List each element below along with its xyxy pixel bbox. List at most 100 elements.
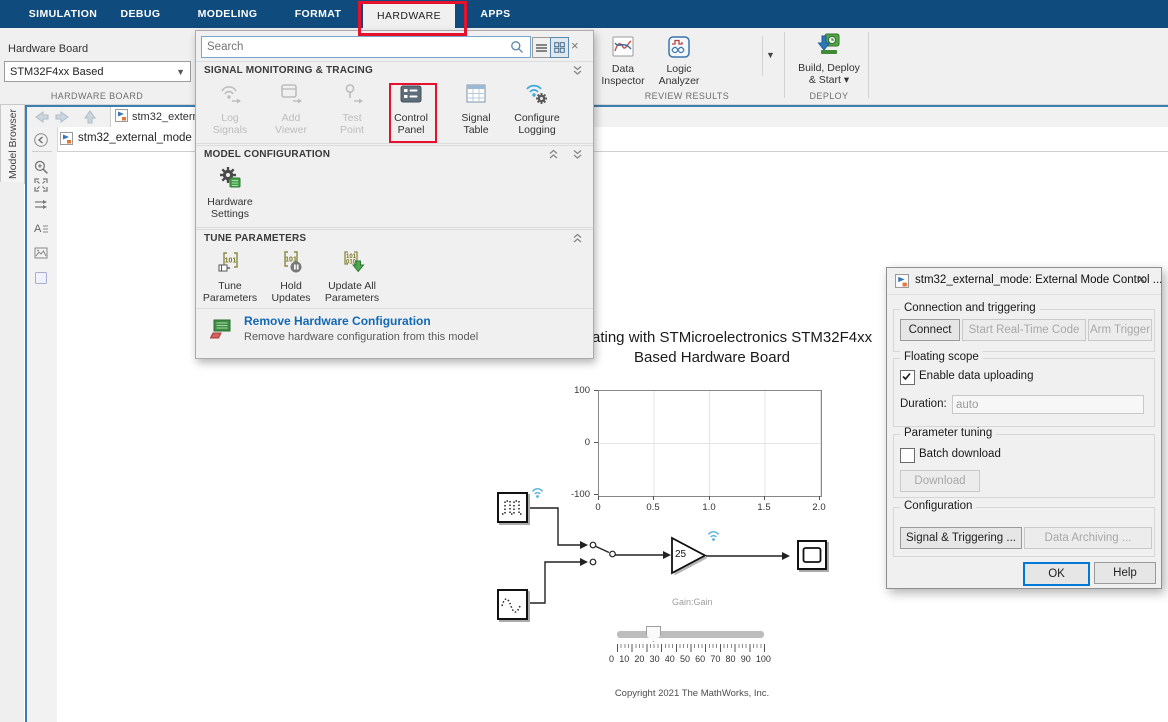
remove-hardware-configuration-link[interactable]: Remove Hardware Configuration	[244, 314, 431, 328]
search-icon	[510, 40, 524, 59]
tab-apps[interactable]: APPS	[468, 0, 523, 28]
zoom-icon[interactable]	[33, 159, 51, 177]
hardware-board-caption: HARDWARE BOARD	[4, 91, 190, 101]
section-header-model-configuration: MODEL CONFIGURATION	[196, 145, 593, 164]
signal-routing-icon[interactable]	[33, 196, 51, 214]
duration-field[interactable]	[952, 395, 1144, 414]
update-all-parameters-icon: 101010	[339, 262, 365, 279]
divider	[196, 227, 593, 228]
hide-explorer-icon[interactable]	[33, 132, 51, 150]
gain-block-value[interactable]: 25	[675, 549, 686, 560]
collapse-up-icon[interactable]	[572, 233, 583, 247]
signal-and-triggering-button[interactable]: Signal & Triggering ...	[900, 527, 1022, 549]
annotation-control-panel-highlight	[389, 83, 437, 143]
data-archiving-button[interactable]: Data Archiving ...	[1024, 527, 1152, 549]
grid-view-button[interactable]	[550, 37, 569, 58]
test-point-icon	[339, 94, 365, 111]
logic-analyzer-icon	[666, 51, 692, 63]
gallery-item-add-viewer[interactable]: Add Viewer	[262, 81, 320, 136]
scope-block[interactable]	[797, 540, 827, 570]
editor-palette: A	[27, 127, 58, 722]
tab-debug[interactable]: DEBUG	[113, 0, 168, 28]
divider	[762, 36, 763, 76]
tab-format[interactable]: FORMAT	[288, 0, 348, 28]
divider	[868, 32, 869, 98]
simulink-window: SIMULATION DEBUG MODELING FORMAT HARDWAR…	[0, 0, 1168, 722]
wifi-logging-badge-icon	[530, 486, 545, 504]
duration-label: Duration:	[900, 398, 947, 410]
wifi-logging-badge-icon	[706, 529, 721, 547]
divider	[784, 32, 785, 98]
gallery-item-signal-table[interactable]: Signal Table	[447, 81, 505, 136]
review-results-expand-button[interactable]: ▼	[766, 50, 775, 60]
annotation-icon[interactable]: A	[33, 220, 51, 238]
divider	[32, 151, 52, 152]
gallery-item-configure-logging[interactable]: Configure Logging	[508, 81, 566, 136]
hardware-board-label: Hardware Board	[8, 43, 88, 55]
batch-download-label: Batch download	[919, 448, 1001, 460]
section-header-signal-monitoring: SIGNAL MONITORING & TRACING	[196, 61, 593, 80]
dialog-title-bar[interactable]: stm32_external_mode: External Mode Contr…	[887, 268, 1161, 295]
pulse-waveform-icon	[499, 494, 526, 521]
dialog-title: stm32_external_mode: External Mode Contr…	[915, 274, 1162, 286]
collapse-down-icon[interactable]	[572, 149, 583, 163]
fit-to-view-icon[interactable]	[33, 177, 51, 195]
annotation-hardware-tab-highlight	[358, 1, 467, 36]
list-view-button[interactable]	[532, 37, 551, 58]
connection-triggering-group: Connection and triggering Connect Start …	[893, 309, 1155, 352]
simulink-model-icon	[115, 109, 128, 125]
start-real-time-code-button[interactable]: Start Real-Time Code	[962, 319, 1086, 341]
remove-hardware-configuration-icon	[210, 316, 234, 345]
data-inspector-button[interactable]: Data Inspector	[596, 34, 650, 87]
tab-modeling[interactable]: MODELING	[190, 0, 265, 28]
enable-data-uploading-checkbox[interactable]	[900, 370, 915, 385]
batch-download-checkbox[interactable]	[900, 448, 915, 463]
floating-scope-group: Floating scope Enable data uploading Dur…	[893, 358, 1155, 427]
svg-text:A: A	[34, 223, 42, 235]
copyright-annotation: Copyright 2021 The MathWorks, Inc.	[562, 688, 822, 699]
remove-hardware-configuration-description: Remove hardware configuration from this …	[244, 331, 478, 343]
parameter-tuning-group: Parameter tuning Batch download Download	[893, 434, 1155, 498]
empty-block-icon[interactable]	[33, 270, 51, 288]
tab-simulation[interactable]: SIMULATION	[18, 0, 108, 28]
deploy-caption: DEPLOY	[794, 91, 864, 101]
connect-button[interactable]: Connect	[900, 319, 960, 341]
breadcrumb[interactable]: stm32_external_mode	[78, 132, 192, 144]
hardware-settings-icon	[217, 178, 243, 195]
add-viewer-icon	[278, 94, 304, 111]
collapse-up-icon[interactable]	[548, 149, 559, 163]
up-to-parent-icon[interactable]	[83, 109, 97, 129]
hardware-board-select[interactable]: STM32F4xx Based ▼	[4, 61, 191, 82]
close-icon[interactable]: ×	[571, 38, 579, 53]
logic-analyzer-button[interactable]: Logic Analyzer	[652, 34, 706, 87]
slider-ruler	[617, 644, 765, 652]
log-signals-icon	[217, 94, 243, 111]
pulse-generator-block[interactable]	[497, 492, 528, 523]
image-icon[interactable]	[33, 245, 51, 263]
close-icon[interactable]: ×	[1137, 271, 1146, 288]
gallery-item-hardware-settings[interactable]: Hardware Settings	[201, 165, 259, 220]
arm-trigger-button[interactable]: Arm Trigger	[1088, 319, 1152, 341]
ok-button[interactable]: OK	[1023, 562, 1090, 586]
gallery-item-log-signals[interactable]: Log Signals	[201, 81, 259, 136]
simulink-model-icon	[895, 274, 909, 291]
gallery-item-test-point[interactable]: Test Point	[323, 81, 381, 136]
search-input[interactable]	[201, 36, 531, 58]
download-button[interactable]: Download	[900, 470, 980, 492]
gallery-item-update-all-parameters[interactable]: 101010 Update All Parameters	[323, 249, 381, 304]
build-deploy-start-button[interactable]: Build, Deploy & Start ▾	[794, 31, 864, 86]
help-button[interactable]: Help	[1094, 562, 1156, 584]
enable-data-uploading-label: Enable data uploading	[919, 370, 1033, 382]
collapse-section-icon[interactable]	[572, 65, 583, 79]
signal-table-icon	[463, 94, 489, 111]
simulink-model-icon	[60, 132, 73, 150]
hold-updates-icon: 101	[278, 262, 304, 279]
data-inspector-icon	[610, 51, 636, 63]
gallery-item-tune-parameters[interactable]: 101 Tune Parameters	[201, 249, 259, 304]
gallery-item-hold-updates[interactable]: 101 Hold Updates	[262, 249, 320, 304]
tune-parameters-icon: 101	[217, 262, 243, 279]
hardware-gallery-popup: × SIGNAL MONITORING & TRACING Log Signal…	[195, 30, 594, 359]
model-browser-tab[interactable]: Model Browser	[0, 104, 25, 184]
gain-slider-track[interactable]	[617, 631, 764, 638]
sine-wave-block[interactable]	[497, 589, 528, 620]
